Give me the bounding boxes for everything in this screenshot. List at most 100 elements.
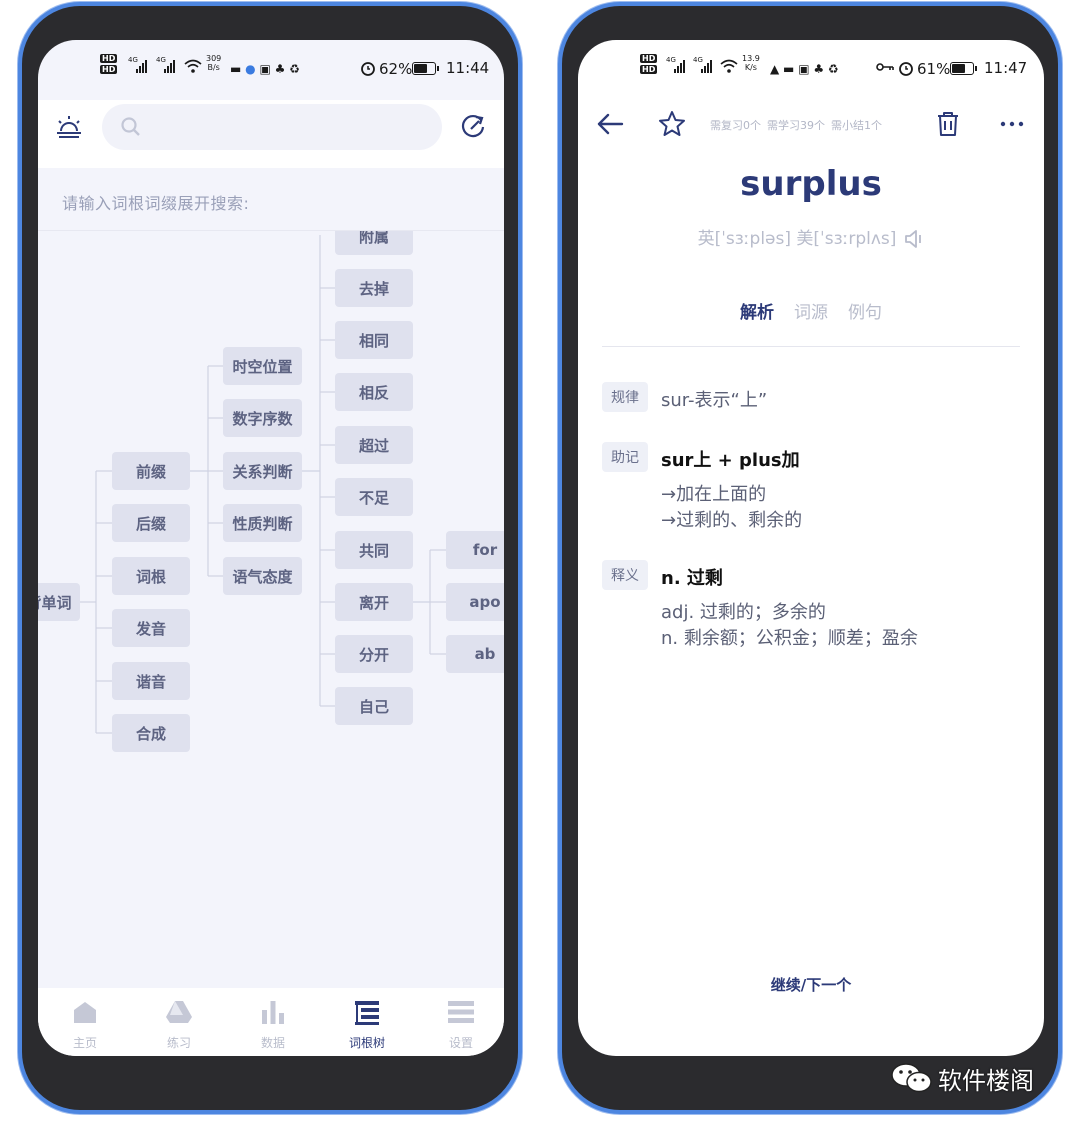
tab-data[interactable]: 数据	[226, 988, 320, 1056]
tab-home[interactable]: 主页	[38, 988, 132, 1056]
tree-node-suffix[interactable]: 后缀	[112, 504, 190, 542]
wifi-icon	[720, 59, 738, 73]
tree-node-remove[interactable]: 去掉	[335, 269, 413, 307]
tree-node-time-space[interactable]: 时空位置	[223, 347, 302, 385]
tree-node-opposite[interactable]: 相反	[335, 373, 413, 411]
key-icon	[876, 63, 894, 71]
definition-line: adj. 过剩的；多余的	[661, 602, 826, 623]
definition-tag: 释义	[602, 560, 648, 590]
wifi-icon	[184, 59, 202, 73]
phone-frame-left: HDHD 4G 4G 309B/s ▬ ● ▣ ♣ ♻ 62% 11:44	[18, 2, 522, 1114]
tree-connectors	[80, 235, 446, 734]
definition-text: n. 过剩	[661, 568, 723, 589]
rule-tag: 规律	[602, 382, 648, 412]
search-input[interactable]	[150, 104, 430, 150]
tree-node-for[interactable]: for	[446, 531, 504, 569]
search-box[interactable]	[102, 104, 442, 150]
notification-icons: ▲ ▬ ▣ ♣ ♻	[770, 62, 839, 76]
tree-node-property[interactable]: 性质判断	[223, 504, 302, 542]
tab-settings[interactable]: 设置	[414, 988, 504, 1056]
tree-node-attached[interactable]: 附属	[335, 231, 413, 255]
back-arrow-icon[interactable]	[594, 108, 626, 140]
phonetic: 英[ˈsɜːpləs] 美[ˈsɜːrplʌs]	[578, 224, 1044, 250]
battery-icon	[950, 62, 977, 75]
tree-node-number-order[interactable]: 数字序数	[223, 399, 302, 437]
search-hint: 请输入词根词缀展开搜索:	[62, 194, 250, 213]
top-bar	[38, 100, 504, 168]
phone-frame-right: HD HD 4G 4G 13.9 K/s ▲ ▬ ▣ ♣ ♻ 61% 11:47 需…	[558, 2, 1062, 1114]
tree-node-same[interactable]: 相同	[335, 321, 413, 359]
hd-badge: HD HD	[100, 54, 118, 74]
next-button[interactable]: 继续/下一个	[578, 974, 1044, 995]
settings-icon	[448, 1001, 474, 1023]
signal-icon	[136, 60, 147, 73]
tab-practice[interactable]: 练习	[132, 988, 226, 1056]
star-icon[interactable]	[656, 108, 688, 140]
home-icon	[74, 1002, 96, 1023]
tree-node-prefix[interactable]: 前缀	[112, 452, 190, 490]
headword: surplus	[740, 164, 882, 204]
root-tree: 背单词 前缀 后缀 词根 发音 谐音 合成 时空位置 数字序数 关系判断 性质判…	[38, 231, 504, 987]
signal-icon-2	[164, 60, 175, 73]
status-bar: HD HD 4G 4G 13.9 K/s ▲ ▬ ▣ ♣ ♻ 61% 11:47	[578, 40, 1044, 100]
tabs-divider	[602, 346, 1020, 347]
watermark-text: 软件楼阁	[938, 1066, 1034, 1095]
tree-node-insufficient[interactable]: 不足	[335, 478, 413, 516]
tree-node-pronunciation[interactable]: 发音	[112, 609, 190, 647]
chart-icon	[262, 1001, 284, 1024]
status-bar: HD HD 4G 4G 309 B/s ▬ ● ▣ ♣ ♻ 62% 11:44	[38, 40, 504, 100]
tree-node-relation[interactable]: 关系判断	[223, 452, 302, 490]
review-count: 需复习0个	[710, 119, 761, 132]
tree-node-homophone[interactable]: 谐音	[112, 662, 190, 700]
alarm-icon	[361, 62, 375, 76]
learn-count: 需学习39个	[767, 119, 825, 132]
word-detail-screen: HD HD 4G 4G 13.9 K/s ▲ ▬ ▣ ♣ ♻ 61% 11:47 需…	[578, 40, 1044, 1056]
tab-examples[interactable]: 例句	[848, 298, 882, 323]
tree-node-leave[interactable]: 离开	[335, 583, 413, 621]
practice-icon	[166, 1001, 192, 1023]
tree-node-ab[interactable]: ab	[446, 635, 504, 673]
tree-node-self[interactable]: 自己	[335, 687, 413, 725]
tree-node-compound[interactable]: 合成	[112, 714, 190, 752]
summary-count: 需小结1个	[831, 119, 882, 132]
clock: 11:47	[984, 59, 1028, 77]
definition-line: n. 剩余额；公积金；顺差；盈余	[661, 628, 918, 649]
comparison-stage: HDHD 4G 4G 309B/s ▬ ● ▣ ♣ ♻ 62% 11:44	[0, 0, 1080, 1126]
tree-node-exceed[interactable]: 超过	[335, 426, 413, 464]
network-speed: 309 B/s	[206, 54, 222, 72]
tree-node-root[interactable]: 词根	[112, 557, 190, 595]
notification-icons: ▬ ● ▣ ♣ ♻	[230, 62, 300, 76]
tree-node-together[interactable]: 共同	[335, 531, 413, 569]
tab-analysis[interactable]: 解析	[740, 298, 774, 323]
mnemonic-text: sur上 + plus加	[661, 450, 800, 471]
wechat-icon	[891, 1063, 932, 1093]
study-stats: 需复习0个 需学习39个 需小结1个	[710, 117, 888, 133]
tree-node-apo[interactable]: apo	[446, 583, 504, 621]
detail-tabs: 解析 词源 例句	[578, 298, 1044, 323]
sunrise-icon[interactable]	[54, 112, 84, 142]
trash-icon[interactable]	[932, 108, 964, 140]
search-icon	[121, 117, 140, 136]
tree-root-node[interactable]: 背单词	[38, 583, 80, 621]
battery-icon	[412, 62, 439, 75]
mnemonic-tag: 助记	[602, 442, 648, 472]
clock: 11:44	[446, 59, 490, 77]
tree-node-separate[interactable]: 分开	[335, 635, 413, 673]
signal-icon-2	[701, 60, 712, 73]
more-icon[interactable]	[996, 108, 1028, 140]
watermark: 软件楼阁	[890, 1058, 1034, 1098]
mnemonic-line: →加在上面的	[661, 484, 767, 505]
alarm-icon	[899, 62, 913, 76]
network-speed: 13.9 K/s	[742, 54, 760, 72]
battery-percent: 61%	[917, 60, 951, 78]
signal-icon	[674, 60, 685, 73]
battery-percent: 62%	[379, 60, 413, 78]
tree-node-tone[interactable]: 语气态度	[223, 557, 302, 595]
refresh-icon[interactable]	[458, 112, 488, 142]
speaker-icon[interactable]	[902, 228, 924, 250]
tab-etymology[interactable]: 词源	[794, 298, 828, 323]
tab-root-tree[interactable]: 词根树	[320, 988, 414, 1056]
bottom-tab-bar: 主页 练习 数据 词根树 设置	[38, 988, 504, 1056]
mnemonic-line: →过剩的、剩余的	[661, 510, 803, 531]
rule-text: sur-表示“上”	[661, 390, 768, 411]
